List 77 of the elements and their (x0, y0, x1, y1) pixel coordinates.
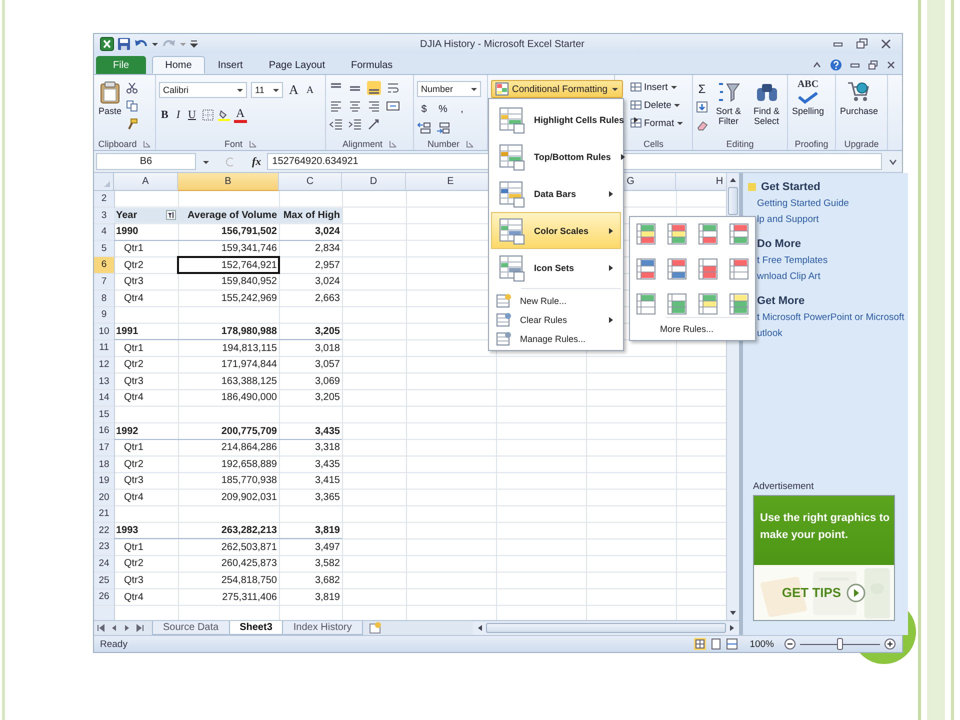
table-cell: Average of Volume (178, 208, 279, 224)
table-cell-text: 2,663 (314, 292, 341, 306)
table-cell-text: 3,582 (314, 557, 341, 572)
ad-headline: Use the right graphics to make your point. (760, 512, 890, 541)
table-cell: 3,024 (279, 224, 342, 241)
table-cell-text: Qtr2 (123, 458, 144, 472)
table-cell-text: 159,840,952 (220, 275, 278, 290)
table-cell-text: 3,018 (314, 342, 341, 356)
table-cell: 1991 (114, 324, 178, 340)
group-label: Font (224, 138, 242, 148)
table-cell-text: 192,658,889 (220, 458, 278, 472)
table-cell-text: 3,365 (314, 490, 341, 505)
table-cell-text: 155,242,969 (220, 292, 278, 306)
group-label: Proofing (794, 138, 828, 148)
table-cell-text: Qtr4 (123, 590, 144, 605)
table-cell-text: Qtr3 (123, 275, 144, 290)
table-cell-text: Qtr4 (123, 292, 144, 306)
table-cell-text: 3,318 (314, 441, 341, 456)
table-cell-text: 3,497 (314, 540, 341, 555)
table-cell: 263,282,213 (178, 522, 279, 540)
table-cell: 1992 (114, 423, 178, 440)
group-label: Alignment (342, 138, 383, 148)
table-cell: 200,775,709 (178, 423, 279, 440)
table-cell-text: Qtr1 (123, 342, 144, 356)
table-cell-text: Qtr1 (123, 441, 144, 456)
table-cell-text: Qtr2 (123, 358, 144, 372)
table-cell: 178,980,988 (178, 324, 279, 340)
table-cell-text: 3,435 (314, 458, 341, 472)
table-cell-text: 3,415 (314, 474, 341, 488)
table-cell-text: 3,682 (314, 574, 341, 588)
table-cell-text: Qtr3 (123, 474, 144, 488)
section-heading: Get Started (761, 181, 820, 193)
table-cell-text: Qtr4 (123, 391, 144, 406)
table-cell-text: Qtr2 (123, 258, 144, 273)
table-cell-text: Qtr1 (123, 540, 144, 555)
group-label: Number (427, 138, 460, 148)
table-cell: Max of High (279, 208, 342, 224)
table-cell-text: 3,205 (314, 391, 341, 406)
table-cell-text: 194,813,115 (221, 342, 278, 356)
group-label: Editing (726, 138, 754, 148)
table-cell-text: Qtr4 (123, 490, 144, 505)
section-heading: Get More (757, 295, 805, 307)
window-title: DJIA History - Microsoft Excel Starter (420, 38, 586, 50)
table-cell-text: 3,819 (314, 590, 341, 605)
table-cell: 156,791,502 (178, 224, 279, 241)
table-cell-text: 159,341,746 (220, 242, 278, 256)
group-label: Upgrade (844, 138, 879, 148)
table-cell-text: 185,770,938 (220, 474, 278, 488)
table-cell-text: 3,069 (314, 374, 341, 389)
table-cell-text: Qtr2 (123, 557, 144, 572)
table-cell-text: 2,957 (314, 258, 341, 273)
group-label: Cells (643, 138, 664, 148)
table-cell: 1990 (114, 224, 178, 241)
table-cell-text: 214,864,286 (220, 441, 278, 456)
table-cell: 1993 (114, 522, 178, 540)
table-cell-text: 163,388,125 (220, 374, 278, 389)
section-heading: Do More (757, 238, 801, 250)
table-cell-text: 186,490,000 (220, 391, 278, 406)
status-text: Ready (100, 638, 128, 650)
ad-label: Advertisement (753, 481, 815, 492)
table-cell-text: 3,024 (314, 275, 341, 290)
table-cell-text: 2,834 (314, 242, 341, 256)
table-cell: 3,435 (279, 423, 342, 440)
group-label: Clipboard (98, 138, 137, 148)
table-cell-text: 3,057 (314, 358, 341, 372)
table-cell-text: Qtr3 (123, 374, 144, 389)
table-cell-text: 275,311,406 (221, 590, 278, 605)
table-cell-text: 262,503,871 (220, 540, 278, 555)
table-cell: 3,205 (279, 324, 342, 340)
table-cell-text: 254,818,750 (220, 574, 278, 588)
table-cell-text: 171,974,844 (220, 358, 278, 372)
table-cell: 3,819 (279, 522, 342, 540)
table-cell-text: Qtr3 (123, 574, 144, 588)
table-cell-text: Qtr1 (123, 242, 144, 256)
table-cell-text: 260,425,873 (220, 557, 278, 572)
column-title: Year (116, 210, 138, 221)
table-cell-text: 209,902,031 (220, 490, 278, 505)
